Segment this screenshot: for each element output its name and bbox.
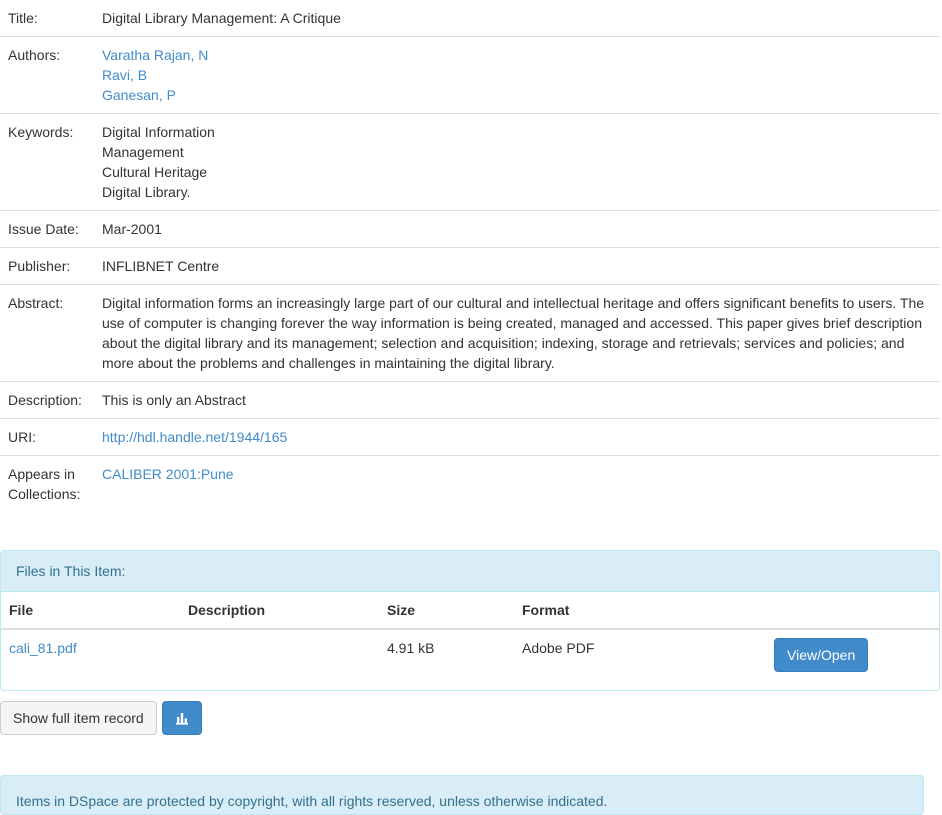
- metadata-row-title: Title: Digital Library Management: A Cri…: [0, 0, 940, 37]
- file-action-cell: View/Open: [766, 629, 939, 690]
- show-full-record-button[interactable]: Show full item record: [0, 701, 157, 735]
- files-table: File Description Size Format cali_81.pdf…: [1, 592, 939, 690]
- column-header-description: Description: [180, 592, 379, 630]
- item-metadata-table: Title: Digital Library Management: A Cri…: [0, 0, 940, 512]
- metadata-row-issue-date: Issue Date: Mar-2001: [0, 210, 940, 248]
- copyright-notice: Items in DSpace are protected by copyrig…: [0, 775, 924, 815]
- files-panel: Files in This Item: File Description Siz…: [0, 550, 940, 691]
- abstract-value: Digital information forms an increasingl…: [94, 284, 940, 382]
- issue-date-label: Issue Date:: [0, 210, 94, 248]
- abstract-label: Abstract:: [0, 284, 94, 382]
- metadata-row-authors: Authors: Varatha Rajan, N Ravi, B Ganesa…: [0, 36, 940, 114]
- keyword: Digital Library.: [102, 184, 191, 200]
- files-table-header: File Description Size Format: [1, 592, 939, 630]
- metadata-row-publisher: Publisher: INFLIBNET Centre: [0, 247, 940, 285]
- publisher-label: Publisher:: [0, 247, 94, 285]
- column-header-file: File: [1, 592, 180, 630]
- file-format: Adobe PDF: [522, 640, 595, 656]
- file-link[interactable]: cali_81.pdf: [9, 640, 77, 656]
- author-link[interactable]: Varatha Rajan, N: [102, 45, 932, 65]
- issue-date-value: Mar-2001: [94, 210, 940, 248]
- authors-list: Varatha Rajan, N Ravi, B Ganesan, P: [94, 36, 940, 114]
- column-header-format: Format: [514, 592, 766, 630]
- authors-label: Authors:: [0, 36, 94, 114]
- keywords-list: Digital Information Management Cultural …: [94, 113, 940, 211]
- metadata-row-keywords: Keywords: Digital Information Management…: [0, 113, 940, 211]
- collections-label: Appears in Collections:: [0, 455, 94, 512]
- title-value: Digital Library Management: A Critique: [102, 10, 341, 26]
- file-cell: cali_81.pdf: [1, 629, 180, 690]
- view-open-button[interactable]: View/Open: [774, 638, 869, 672]
- collection-link[interactable]: CALIBER 2001:Pune: [102, 466, 234, 482]
- metadata-row-uri: URI: http://hdl.handle.net/1944/165: [0, 418, 940, 456]
- author-link[interactable]: Ravi, B: [102, 65, 932, 85]
- keyword: Cultural Heritage: [102, 164, 208, 180]
- uri-value: http://hdl.handle.net/1944/165: [94, 418, 940, 456]
- publisher-value: INFLIBNET Centre: [94, 247, 940, 285]
- description-label: Description:: [0, 381, 94, 419]
- table-row: cali_81.pdf 4.91 kB Adobe PDF View/Open: [1, 629, 939, 690]
- files-panel-heading: Files in This Item:: [1, 551, 939, 592]
- metadata-row-collections: Appears in Collections: CALIBER 2001:Pun…: [0, 455, 940, 512]
- keyword: Management: [102, 144, 184, 160]
- description-value: This is only an Abstract: [94, 381, 940, 419]
- metadata-row-description: Description: This is only an Abstract: [0, 381, 940, 419]
- keywords-label: Keywords:: [0, 113, 94, 211]
- title-label: Title:: [8, 10, 38, 26]
- file-size: 4.91 kB: [387, 640, 435, 656]
- column-header-action: [766, 592, 939, 630]
- author-link[interactable]: Ganesan, P: [102, 85, 932, 105]
- file-description: [180, 629, 379, 690]
- statistics-button[interactable]: [161, 701, 202, 735]
- bar-chart-icon: [175, 713, 188, 725]
- column-header-size: Size: [379, 592, 514, 630]
- keyword: Digital Information: [102, 124, 215, 140]
- metadata-row-abstract: Abstract: Digital information forms an i…: [0, 284, 940, 382]
- collections-value: CALIBER 2001:Pune: [94, 455, 940, 512]
- item-actions: Show full item record: [0, 701, 202, 735]
- uri-label: URI:: [0, 418, 94, 456]
- uri-link[interactable]: http://hdl.handle.net/1944/165: [102, 429, 287, 445]
